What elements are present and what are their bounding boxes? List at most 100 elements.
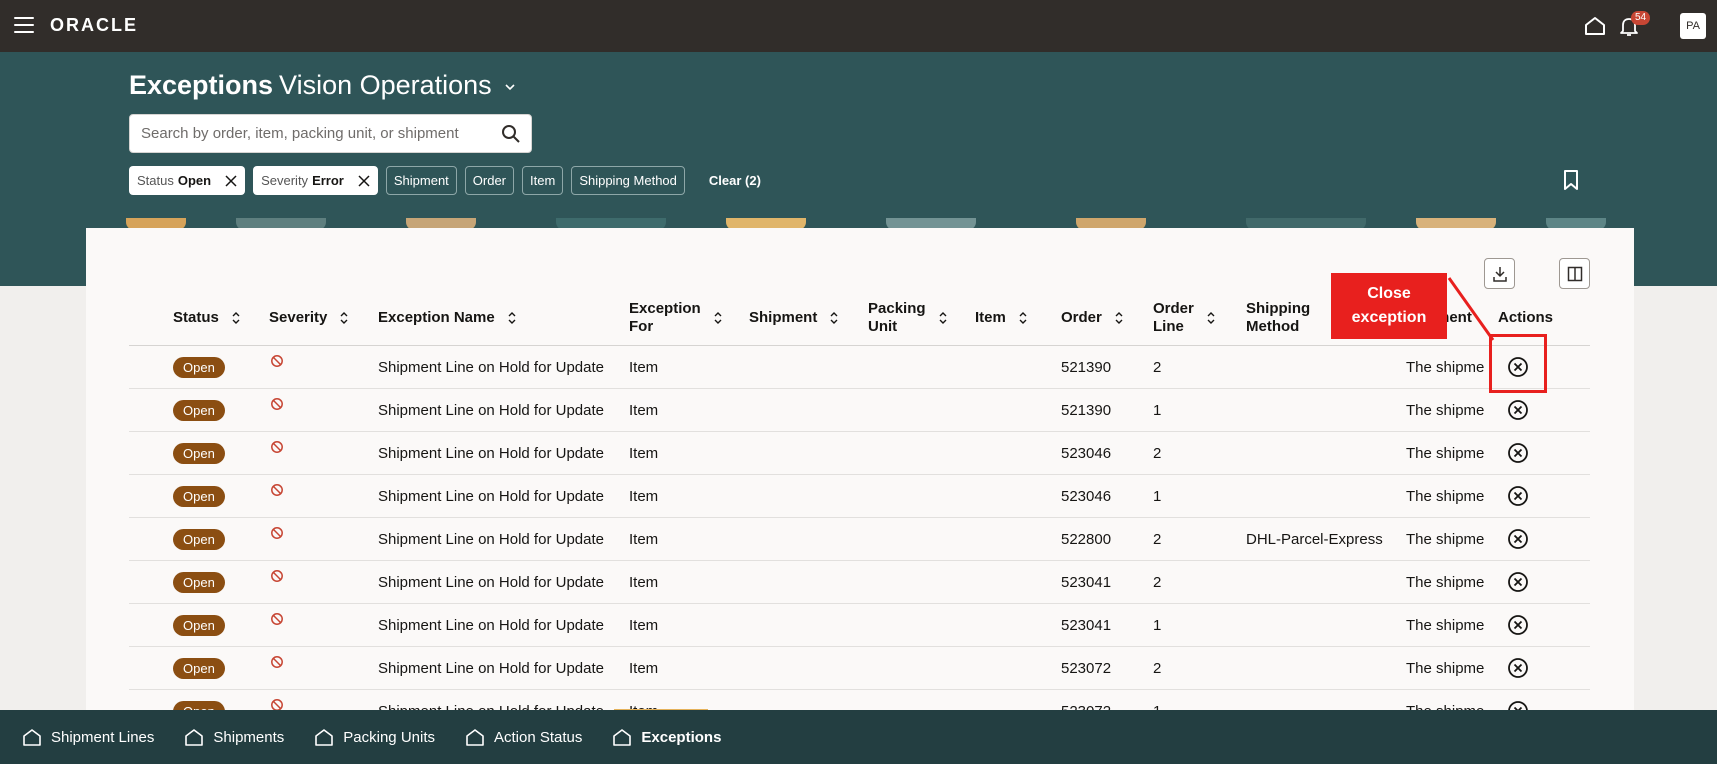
order-cell: 523046 <box>1061 487 1112 505</box>
severity-cell <box>270 647 284 689</box>
exception-for-cell: Item <box>629 444 659 462</box>
notification-badge: 54 <box>1631 11 1651 25</box>
order-line-cell: 2 <box>1153 573 1162 591</box>
exception-name-cell: Shipment Line on Hold for Update <box>378 358 604 376</box>
bottom-nav: Shipment Lines Shipments Packing Units A… <box>0 710 1717 764</box>
page-title-main: Exceptions <box>129 70 274 100</box>
status-cell: Open <box>173 604 225 646</box>
close-icon[interactable] <box>225 174 237 187</box>
columns-icon[interactable] <box>1559 258 1590 289</box>
search-icon[interactable] <box>491 115 531 152</box>
column-label: Item <box>975 309 1006 326</box>
nav-exceptions[interactable]: Exceptions <box>612 727 721 747</box>
exception-name-cell: Shipment Line on Hold for Update <box>378 401 604 419</box>
download-icon[interactable] <box>1484 258 1515 289</box>
table-row[interactable]: Open Shipment Line on Hold for Update Item… <box>129 647 1590 690</box>
filter-chip-order[interactable]: Order <box>464 166 515 195</box>
close-circle-icon[interactable] <box>1507 485 1529 507</box>
nav-label: Exceptions <box>641 728 722 746</box>
status-badge: Open <box>173 614 225 636</box>
column-header-status[interactable]: Status <box>173 296 241 340</box>
sort-icon <box>714 312 722 324</box>
order-cell: 522800 <box>1061 530 1112 548</box>
table-row[interactable]: Open Shipment Line on Hold for Update Item… <box>129 604 1590 647</box>
exception-for-cell: Item <box>629 487 659 505</box>
filter-chip-shipment[interactable]: Shipment <box>385 166 457 195</box>
column-label: Status <box>173 309 219 326</box>
nav-label: Packing Units <box>343 728 435 746</box>
close-circle-icon[interactable] <box>1507 657 1529 679</box>
status-badge: Open <box>173 399 225 421</box>
order-cell: 523041 <box>1061 573 1112 591</box>
nav-shipments[interactable]: Shipments <box>184 727 284 747</box>
order-line-cell: 2 <box>1153 444 1162 462</box>
order-cell: 523072 <box>1061 659 1112 677</box>
severity-cell <box>270 346 284 388</box>
close-circle-icon[interactable] <box>1507 528 1529 550</box>
column-header-shipping-method[interactable]: Shipping Method <box>1246 296 1310 340</box>
nav-action-status[interactable]: Action Status <box>465 727 582 747</box>
table-row[interactable]: Open Shipment Line on Hold for Update Item… <box>129 475 1590 518</box>
exception-for-cell: Item <box>629 659 659 677</box>
close-circle-icon[interactable] <box>1507 442 1529 464</box>
page-title-sub[interactable]: Vision Operations <box>279 70 492 100</box>
table-row[interactable]: Open Shipment Line on Hold for Update Item… <box>129 346 1590 389</box>
filter-chip-shipping-method[interactable]: Shipping Method <box>571 166 685 195</box>
status-badge: Open <box>173 657 225 679</box>
chevron-down-icon[interactable] <box>505 82 515 92</box>
column-header-packing-unit[interactable]: Packing Unit <box>868 296 948 340</box>
error-icon <box>271 441 283 453</box>
column-header-severity[interactable]: Severity <box>269 296 349 340</box>
status-badge: Open <box>173 442 225 464</box>
hamburger-icon[interactable] <box>14 17 34 33</box>
avatar[interactable]: PA <box>1680 13 1706 39</box>
column-header-shipment[interactable]: Shipment <box>749 296 839 340</box>
filter-value: Open <box>177 173 212 188</box>
filter-chip-item[interactable]: Item <box>522 166 564 195</box>
nav-packing-units[interactable]: Packing Units <box>314 727 435 747</box>
table-row[interactable]: Open Shipment Line on Hold for Update Item… <box>129 389 1590 432</box>
column-label: Shipping Method <box>1246 300 1311 335</box>
close-circle-icon[interactable] <box>1507 571 1529 593</box>
nav-label: Shipment Lines <box>51 728 155 746</box>
order-line-cell: 1 <box>1153 487 1162 505</box>
order-line-cell: 2 <box>1153 659 1162 677</box>
exception-name-cell: Shipment Line on Hold for Update <box>378 659 604 677</box>
bookmark-icon[interactable] <box>1563 170 1579 190</box>
column-header-item[interactable]: Item <box>975 296 1028 340</box>
exception-name-cell: Shipment Line on Hold for Update <box>378 444 604 462</box>
column-header-exception-for[interactable]: Exception For <box>629 296 723 340</box>
sort-icon <box>830 312 838 324</box>
exception-name-cell: Shipment Line on Hold for Update <box>378 530 604 548</box>
home-icon[interactable] <box>1583 14 1607 38</box>
filter-chip-severity[interactable]: Severity Error <box>253 166 378 195</box>
table-row[interactable]: Open Shipment Line on Hold for Update Item… <box>129 432 1590 475</box>
comment-cell: The shipme <box>1406 444 1485 462</box>
column-label: Exception For <box>629 300 701 335</box>
nav-shipment-lines[interactable]: Shipment Lines <box>22 727 154 747</box>
comment-cell: The shipme <box>1406 659 1485 677</box>
close-circle-icon[interactable] <box>1507 399 1529 421</box>
table-row[interactable]: Open Shipment Line on Hold for Update Item… <box>129 518 1590 561</box>
exception-for-cell: Item <box>629 401 659 419</box>
nav-label: Shipments <box>213 728 285 746</box>
column-header-order[interactable]: Order <box>1061 296 1124 340</box>
sort-icon <box>1207 312 1215 324</box>
status-cell: Open <box>173 346 225 388</box>
callout-highlight <box>1489 334 1547 393</box>
filter-chip-status[interactable]: Status Open <box>129 166 246 195</box>
column-header-exception-name[interactable]: Exception Name <box>378 296 517 340</box>
sort-icon <box>939 312 947 324</box>
search-input[interactable] <box>130 115 491 152</box>
page-title: Exceptions Vision Operations <box>129 70 515 101</box>
close-icon[interactable] <box>358 174 370 187</box>
table-row[interactable]: Open Shipment Line on Hold for Update Item… <box>129 561 1590 604</box>
clear-filters-link[interactable]: Clear (2) <box>709 173 761 188</box>
comment-cell: The shipme <box>1406 573 1485 591</box>
close-circle-icon[interactable] <box>1507 614 1529 636</box>
home-icon <box>613 729 632 746</box>
comment-cell: The shipme <box>1406 487 1485 505</box>
column-header-order-line[interactable]: Order Line <box>1153 296 1216 340</box>
severity-cell <box>270 432 284 474</box>
filter-key: Status <box>137 173 174 188</box>
